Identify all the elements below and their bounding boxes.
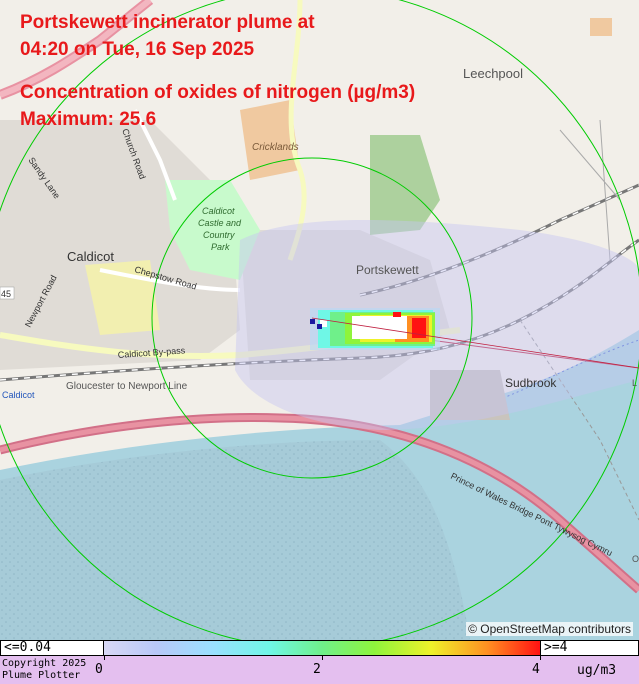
legend-tick-4	[540, 656, 541, 660]
legend-high-box: >=4	[540, 640, 639, 656]
mudflats	[0, 440, 470, 640]
label-caldicot: Caldicot	[67, 249, 114, 264]
copyright: Copyright 2025 Plume Plotter	[2, 658, 86, 682]
osm-attribution[interactable]: © OpenStreetMap contributors	[466, 622, 633, 636]
plume-core	[310, 308, 440, 350]
label-cricklands: Cricklands	[252, 142, 299, 153]
label-leechpool: Leechpool	[463, 66, 523, 81]
label-sudbrook: Sudbrook	[505, 376, 557, 390]
label-castle-4: Park	[211, 242, 230, 252]
label-station: Caldicot	[2, 390, 35, 400]
legend-tick-2	[322, 656, 323, 660]
title-line-2: 04:20 on Tue, 16 Sep 2025	[20, 39, 255, 60]
copyright-line-2: Plume Plotter	[2, 670, 81, 681]
legend-unit: ug/m3	[577, 663, 617, 678]
label-castle-3: Country	[203, 230, 235, 240]
road-shield-label: 45	[1, 289, 11, 299]
label-edge-l: L	[632, 378, 637, 388]
building-ne	[590, 18, 612, 36]
label-portskewett: Portskewett	[356, 263, 419, 277]
legend-low-box: <=0.04	[0, 640, 104, 656]
label-edge-o: O	[632, 554, 639, 564]
title-line-1: Portskewett incinerator plume at	[20, 12, 315, 33]
legend-gradient	[104, 640, 540, 656]
label-castle-2: Castle and	[198, 218, 242, 228]
legend-tick-label-2: 2	[313, 662, 321, 677]
legend-tick-label-0: 0	[95, 662, 103, 677]
legend: <=0.04 >=4 0 2 4	[0, 640, 639, 684]
title-line-4: Maximum: 25.6	[20, 109, 157, 130]
label-castle-1: Caldicot	[202, 206, 235, 216]
title-line-3: Concentration of oxides of nitrogen (µg/…	[20, 82, 416, 103]
copyright-line-1: Copyright 2025	[2, 658, 87, 669]
legend-tick-label-4: 4	[532, 662, 540, 677]
legend-tick-0	[104, 656, 105, 660]
label-gloucester-line: Gloucester to Newport Line	[66, 381, 188, 392]
